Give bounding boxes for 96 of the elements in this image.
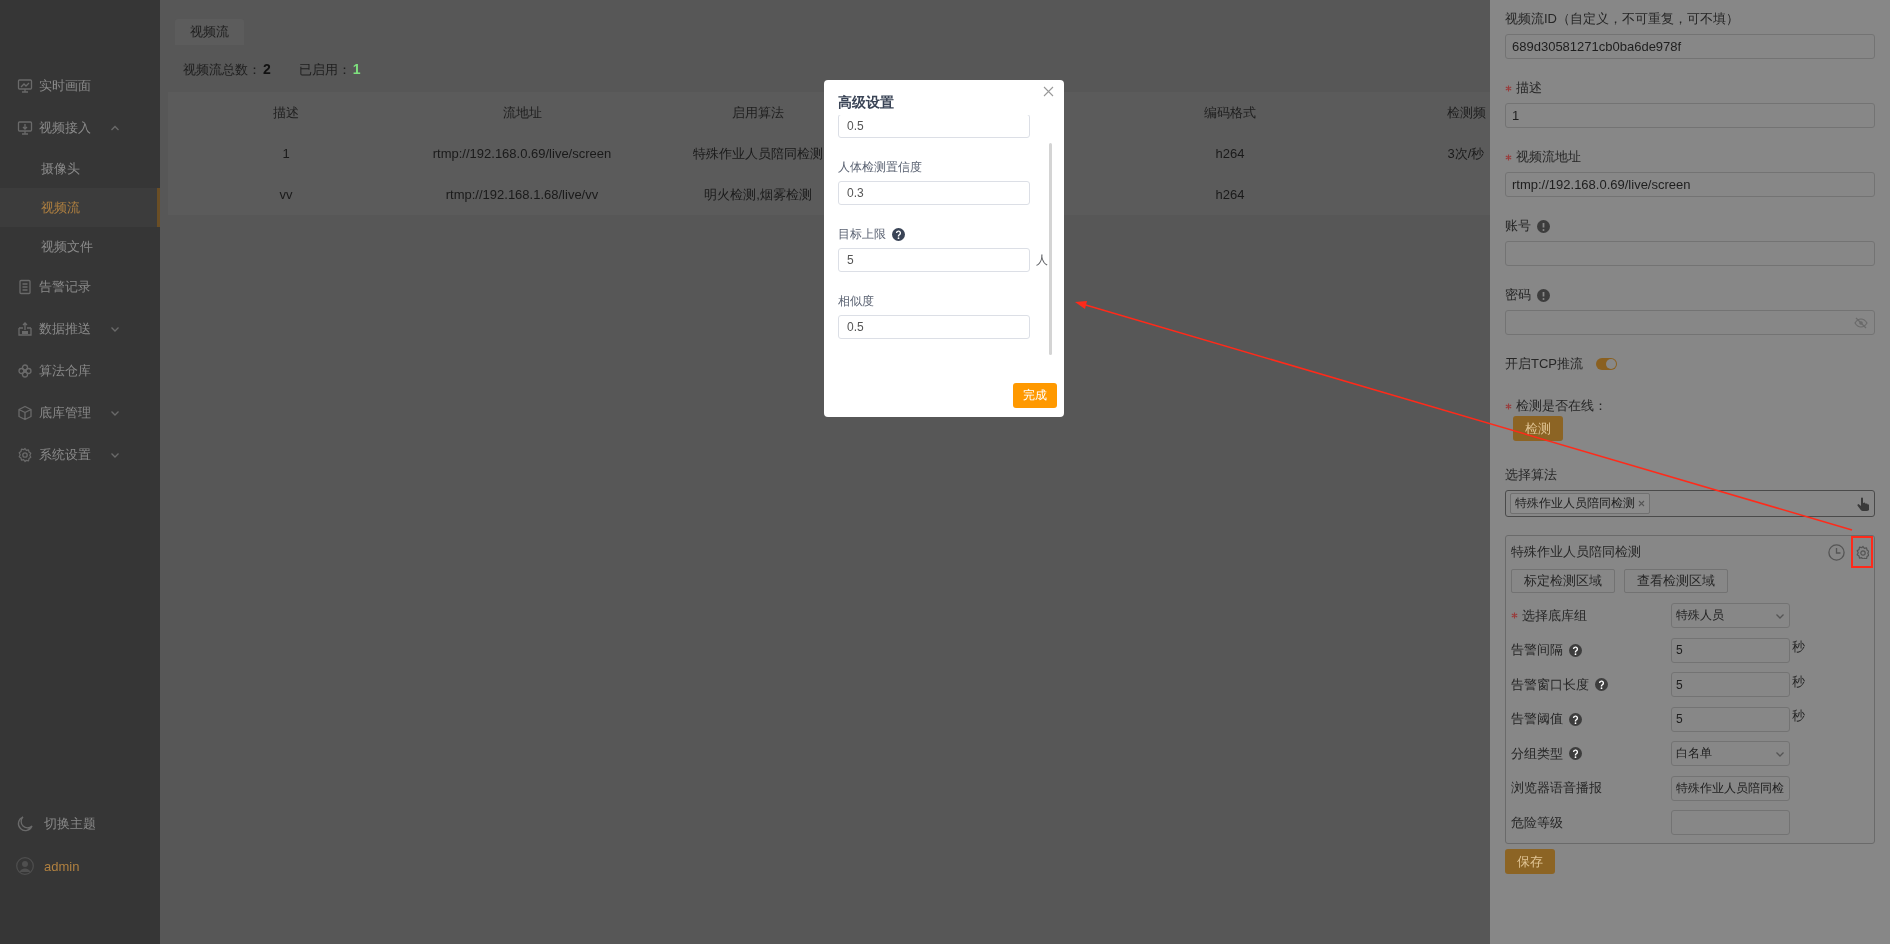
select-field[interactable]: 白名单 — [1671, 741, 1790, 766]
table-cell-text: 特殊作业人员陪同检测 — [693, 145, 823, 163]
unit-label: 秒 — [1792, 707, 1805, 725]
sidebar-item[interactable]: 实时画面 — [0, 65, 160, 107]
sidebar-item-label: 数据推送 — [39, 320, 92, 338]
card-title: 特殊作业人员陪同检测 — [1511, 543, 1642, 561]
clock-icon[interactable] — [1828, 543, 1845, 561]
unit-label: 秒 — [1792, 672, 1805, 691]
check-button[interactable]: 检测 — [1513, 416, 1563, 441]
sidebar-item-label: 视频接入 — [39, 119, 92, 137]
hand-pointer-icon — [1857, 496, 1869, 511]
table-cell-text: vv — [279, 186, 293, 204]
close-icon[interactable] — [1638, 500, 1645, 507]
field-label: 浏览器语音播报 — [1511, 779, 1602, 797]
field-label: 描述 — [1516, 79, 1542, 97]
eye-slash-icon[interactable] — [1854, 315, 1868, 330]
field-label: 检测是否在线： — [1516, 397, 1607, 415]
field-label: 相似度 — [838, 292, 874, 310]
column-header: 编码格式 — [1204, 104, 1256, 122]
sidebar-subitem[interactable]: 视频流 — [0, 188, 160, 227]
document-icon — [17, 279, 33, 295]
field-label: 告警窗口长度 — [1511, 675, 1589, 694]
field-label: 分组类型 — [1511, 744, 1563, 763]
theme-toggle-label: 切换主题 — [44, 815, 96, 833]
table-cell-text: 1 — [282, 145, 290, 163]
save-button[interactable]: 保存 — [1505, 849, 1555, 874]
theme-toggle[interactable]: 切换主题 — [0, 803, 160, 845]
field-label: 危险等级 — [1511, 813, 1563, 832]
user-avatar-icon — [16, 857, 34, 875]
input-field[interactable]: 0.5 — [838, 315, 1030, 339]
input-field[interactable]: 5 — [838, 248, 1030, 272]
unit-label: 秒 — [1792, 638, 1805, 656]
field-label: 目标上限 — [838, 225, 886, 243]
sidebar-item-label: 底库管理 — [39, 404, 92, 422]
field-label: 视频流ID（自定义，不可重复，可不填） — [1505, 10, 1739, 28]
scrollbar-thumb[interactable] — [1049, 143, 1052, 355]
multi-select-field[interactable]: 特殊作业人员陪同检测 — [1505, 490, 1875, 517]
input-field[interactable]: 5 — [1671, 637, 1790, 663]
table-cell-text: rtmp://192.168.1.68/live/vv — [445, 186, 599, 204]
table-cell-text: 3次/秒 — [1447, 145, 1485, 163]
table-cell-text: h264 — [1215, 186, 1245, 204]
column-header: 启用算法 — [732, 104, 784, 122]
input-field[interactable]: 5 — [1671, 706, 1790, 732]
sidebar-item[interactable]: 系统设置 — [0, 434, 160, 476]
cube-icon — [17, 405, 33, 421]
upload-tray-icon — [17, 321, 33, 337]
field-label: 选择算法 — [1505, 466, 1557, 484]
unit-label: 人 — [1036, 251, 1048, 269]
field-label: 告警间隔 — [1511, 641, 1563, 659]
input-field[interactable]: 689d30581271cb0ba6de978f — [1505, 34, 1875, 59]
sidebar-item-label: 实时画面 — [39, 77, 92, 95]
monitor-download-icon — [17, 120, 33, 136]
region-button[interactable]: 查看检测区域 — [1624, 569, 1728, 593]
field-label: 账号 — [1505, 217, 1531, 235]
sidebar-item-label: 告警记录 — [39, 278, 92, 296]
settings-icon — [17, 447, 33, 463]
sidebar-subitem[interactable]: 摄像头 — [0, 149, 160, 188]
field-label: 告警阈值 — [1511, 710, 1563, 728]
breadcrumb-tab[interactable]: 视频流 — [175, 19, 244, 45]
input-field[interactable]: 5 — [1671, 672, 1790, 697]
close-icon[interactable] — [1043, 86, 1054, 97]
input-field[interactable]: 0.3 — [838, 181, 1030, 205]
input-field[interactable]: rtmp://192.168.0.69/live/screen — [1505, 172, 1875, 197]
field-label: 选择底库组 — [1522, 606, 1587, 625]
sidebar-item[interactable]: 告警记录 — [0, 266, 160, 308]
moon-icon — [16, 815, 34, 833]
password-field[interactable] — [1505, 310, 1875, 335]
monitor-icon — [17, 78, 33, 94]
sidebar-item[interactable]: 算法仓库 — [0, 350, 160, 392]
input-field[interactable]: 0.5 — [838, 115, 1030, 138]
toggle-switch[interactable] — [1596, 358, 1617, 370]
field-label: 开启TCP推流 — [1505, 355, 1583, 373]
column-header: 检测频 — [1446, 104, 1486, 122]
sidebar-item[interactable]: 数据推送 — [0, 308, 160, 350]
field-label: 密码 — [1505, 286, 1531, 304]
sidebar-subitem[interactable]: 视频文件 — [0, 227, 160, 266]
column-header: 描述 — [273, 104, 299, 122]
field-label: 视频流地址 — [1516, 148, 1581, 166]
table-cell-text: h264 — [1215, 145, 1245, 163]
input-field[interactable]: 特殊作业人员陪同检 — [1671, 775, 1790, 801]
column-header: 流地址 — [502, 104, 542, 122]
username[interactable]: admin — [44, 858, 80, 874]
dialog-title: 高级设置 — [838, 94, 894, 112]
sidebar-item[interactable]: 底库管理 — [0, 392, 160, 434]
settings-icon[interactable] — [1855, 545, 1869, 559]
algorithm-tag[interactable]: 特殊作业人员陪同检测 — [1510, 493, 1650, 514]
select-field[interactable]: 特殊人员 — [1671, 603, 1790, 628]
field-label: 人体检测置信度 — [838, 158, 922, 176]
flower-icon — [17, 363, 33, 379]
table-cell-text: 明火检测,烟雾检测 — [704, 186, 812, 204]
region-button[interactable]: 标定检测区域 — [1511, 569, 1615, 593]
sidebar-item-label: 算法仓库 — [39, 362, 92, 380]
sidebar-item-label: 系统设置 — [39, 446, 92, 464]
table-cell-text: rtmp://192.168.0.69/live/screen — [432, 145, 612, 163]
input-field[interactable]: 1 — [1505, 103, 1875, 128]
sidebar-item[interactable]: 视频接入 — [0, 107, 160, 149]
